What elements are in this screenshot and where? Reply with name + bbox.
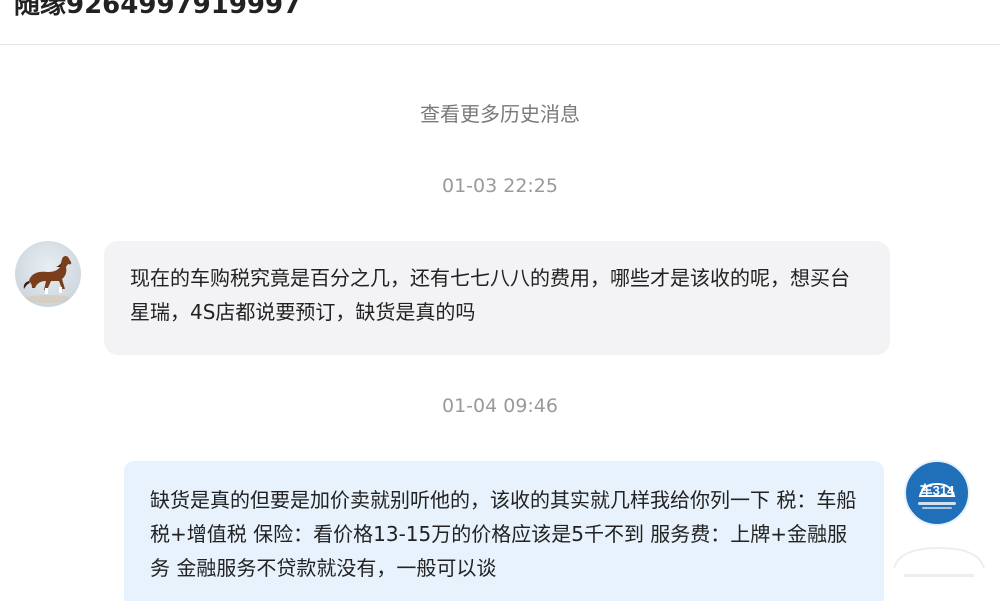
dealer-avatar-label: 车314 <box>920 483 955 498</box>
message-timestamp: 01-04 09:46 <box>441 395 558 417</box>
horse-icon <box>23 255 72 303</box>
watermark-logo <box>893 546 985 577</box>
user-avatar[interactable] <box>15 241 81 307</box>
user-message-bubble: 现在的车购税究竟是百分之几，还有七七八八的费用，哪些才是该收的呢，想买台星瑞，4… <box>104 241 890 355</box>
dealer-message-bubble: 缺货是真的但要是加价卖就别听他的，该收的其实就几样我给你列一下 税：车船税+增值… <box>124 461 884 601</box>
message-text: 现在的车购税究竟是百分之几，还有七七八八的费用，哪些才是该收的呢，想买台星瑞，4… <box>130 266 850 324</box>
chat-title: 随缘9264997919997 <box>14 0 302 20</box>
dealer-avatar[interactable]: 车314 <box>904 460 970 526</box>
chat-header: 随缘9264997919997 <box>0 0 1000 45</box>
message-text: 缺货是真的但要是加价卖就别听他的，该收的其实就几样我给你列一下 税：车船税+增值… <box>150 488 857 580</box>
chat-area[interactable]: 查看更多历史消息 01-03 22:25 现在的车购税究竟是百分之几，还有七七八… <box>0 45 1000 601</box>
car-logo-icon: 车314 <box>918 482 956 509</box>
load-history-link[interactable]: 查看更多历史消息 <box>0 98 1000 127</box>
message-timestamp: 01-03 22:25 <box>441 175 558 197</box>
